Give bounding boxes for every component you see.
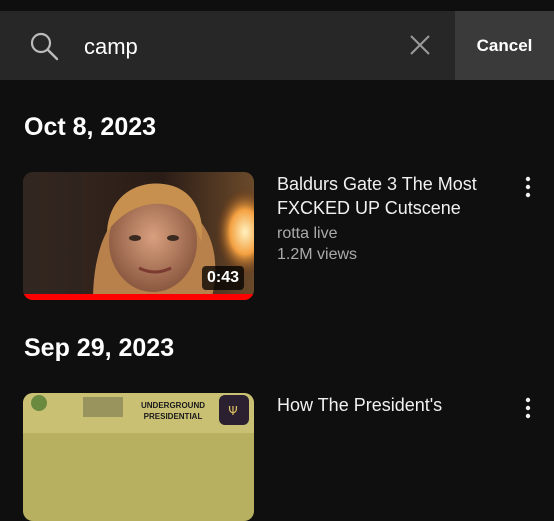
section-date-header: Sep 29, 2023 (24, 334, 175, 362)
video-thumbnail[interactable]: 0:43 (23, 172, 254, 300)
video-title[interactable]: How The President's (277, 393, 517, 417)
watch-progress-bar (23, 294, 254, 300)
cancel-button[interactable]: Cancel (455, 11, 554, 80)
video-title[interactable]: Baldurs Gate 3 The Most FXCKED UP Cutsce… (277, 172, 517, 220)
thumbnail-image: Ψ UNDERGROUND PRESIDENTIAL (23, 393, 254, 521)
more-options-icon[interactable] (518, 175, 538, 199)
video-duration: 0:43 (201, 266, 244, 290)
clear-icon[interactable] (406, 31, 434, 59)
video-views: 1.2M views (277, 246, 358, 263)
video-channel: rotta live (277, 225, 338, 242)
more-options-icon[interactable] (518, 396, 538, 420)
section-date-header: Oct 8, 2023 (24, 113, 157, 141)
search-icon[interactable] (28, 30, 60, 62)
video-thumbnail[interactable]: Ψ UNDERGROUND PRESIDENTIAL (23, 393, 254, 521)
status-strip (0, 0, 554, 11)
thumbnail-text-line1: UNDERGROUND (141, 401, 205, 410)
search-input[interactable] (84, 32, 384, 62)
search-bar: Cancel (0, 11, 554, 80)
thumbnail-text-line2: PRESIDENTIAL (144, 412, 203, 421)
